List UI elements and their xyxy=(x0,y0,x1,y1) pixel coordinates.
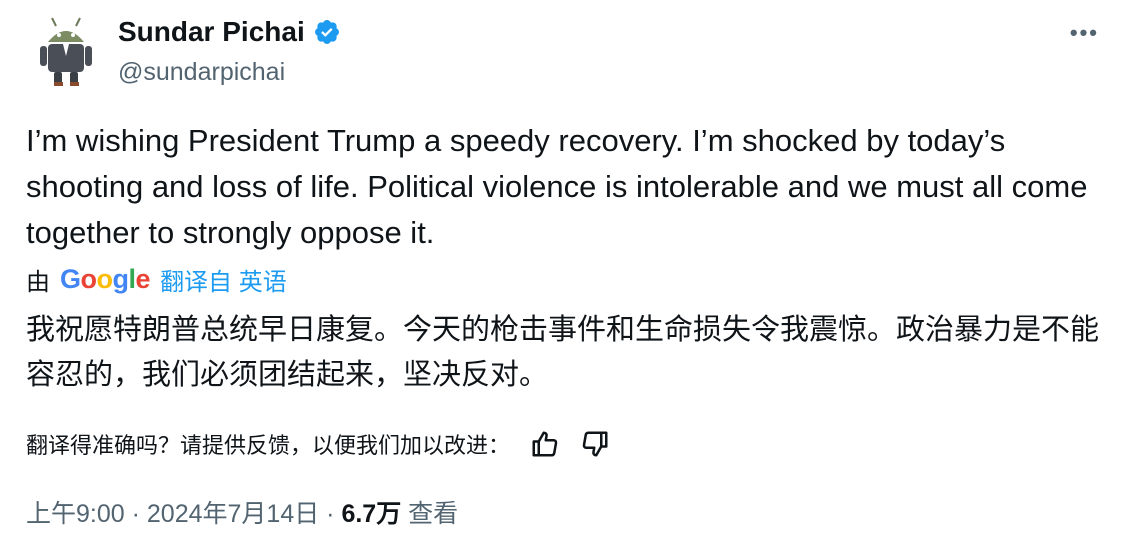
google-logo: Google xyxy=(60,264,151,294)
author-name-row[interactable]: Sundar Pichai xyxy=(118,16,341,48)
more-options-icon[interactable]: ••• xyxy=(1070,20,1099,46)
translation-feedback: 翻译得准确吗？请提供反馈，以便我们加以改进： xyxy=(26,428,610,460)
tweet-meta: 上午9:00 · 2024年7月14日 · 6.7万 查看 xyxy=(26,494,458,530)
translated-from-link[interactable]: 翻译自 英语 xyxy=(160,262,287,297)
tweet-text: I’m wishing President Trump a speedy rec… xyxy=(26,123,1088,250)
thumbs-up-icon[interactable] xyxy=(530,429,560,459)
views-count: 6.7万 xyxy=(341,500,402,528)
tweet-date[interactable]: 2024年7月14日 xyxy=(147,500,319,528)
translation-attribution: 由 Google 翻译自 英语 xyxy=(26,262,287,297)
feedback-prompt: 翻译得准确吗？请提供反馈，以便我们加以改进： xyxy=(26,433,511,458)
meta-separator: · xyxy=(319,500,342,528)
meta-separator: · xyxy=(124,500,147,528)
avatar[interactable] xyxy=(34,16,98,88)
tweet-time[interactable]: 上午9:00 xyxy=(26,500,125,528)
author-handle[interactable]: @sundarpichai xyxy=(118,58,285,87)
verified-badge-icon xyxy=(314,20,339,44)
translated-by-label: 由 xyxy=(26,269,50,296)
views-label: 查看 xyxy=(408,500,459,528)
translated-text: 我祝愿特朗普总统早日康复。今天的枪击事件和生命损失令我震惊。政治暴力是不能容忍的… xyxy=(26,314,1100,391)
thumbs-down-icon[interactable] xyxy=(580,429,610,459)
author-name[interactable]: Sundar Pichai xyxy=(118,16,305,48)
